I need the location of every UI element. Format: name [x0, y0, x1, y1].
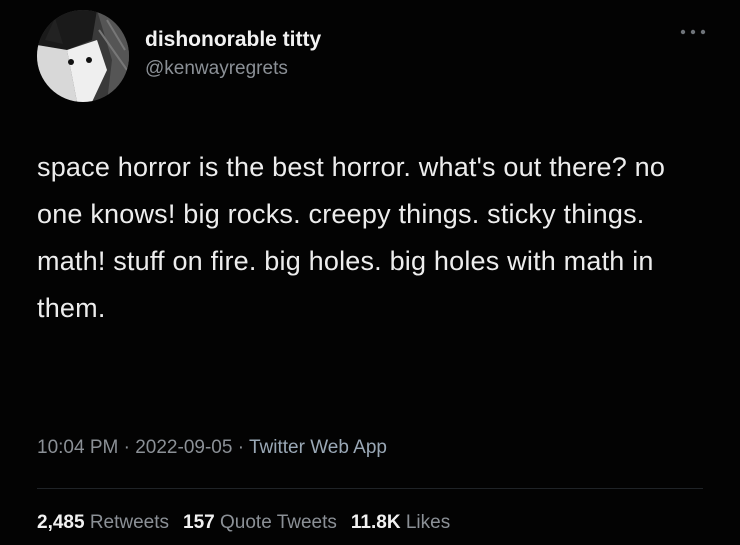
author-handle[interactable]: @kenwayregrets: [145, 58, 288, 80]
tweet-source[interactable]: Twitter Web App: [249, 437, 387, 458]
quote-tweets-stat[interactable]: 157 Quote Tweets: [183, 512, 337, 533]
tweet-date[interactable]: 2022-09-05: [135, 437, 232, 458]
tweet-stats: 2,485 Retweets 157 Quote Tweets 11.8K Like…: [37, 512, 450, 534]
quote-tweets-count: 157: [183, 512, 215, 533]
author-avatar[interactable]: [37, 10, 129, 102]
retweets-count: 2,485: [37, 512, 85, 533]
divider: [37, 488, 703, 489]
likes-stat[interactable]: 11.8K Likes: [351, 512, 450, 533]
cat-avatar-icon: [37, 10, 129, 102]
ellipsis-icon: [680, 29, 706, 35]
retweets-stat[interactable]: 2,485 Retweets: [37, 512, 169, 533]
retweets-label: Retweets: [89, 512, 170, 533]
likes-label: Likes: [405, 512, 451, 533]
meta-separator: ·: [118, 437, 136, 458]
author-display-name[interactable]: dishonorable titty: [145, 28, 321, 52]
meta-separator: ·: [232, 437, 249, 458]
tweet-card: dishonorable titty @kenwayregrets space …: [0, 0, 740, 545]
tweet-meta: 10:04 PM · 2022-09-05 · Twitter Web App: [37, 437, 387, 459]
tweet-time[interactable]: 10:04 PM: [37, 437, 118, 458]
more-options-icon[interactable]: [668, 20, 718, 46]
likes-count: 11.8K: [350, 512, 401, 533]
quote-tweets-label: Quote Tweets: [220, 512, 337, 533]
tweet-text: space horror is the best horror. what's …: [37, 152, 666, 323]
